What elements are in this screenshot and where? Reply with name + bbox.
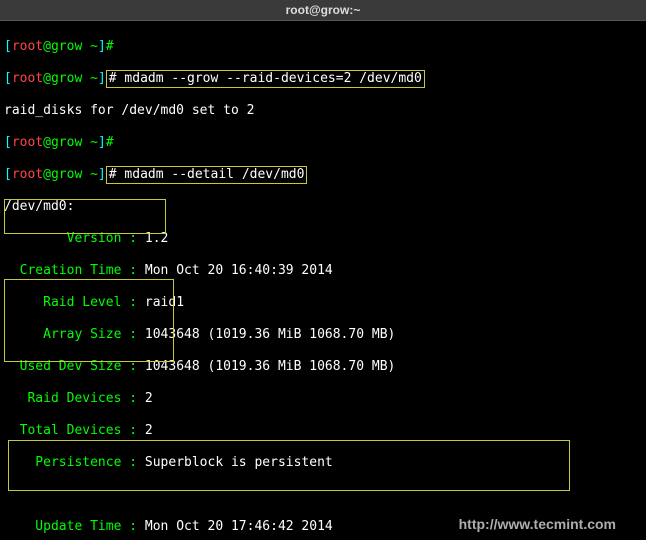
highlight-cmd2: # mdadm --detail /dev/md0 <box>106 166 308 184</box>
prompt-line-cmd1: [root@grow ~]# mdadm --grow --raid-devic… <box>4 71 642 87</box>
prompt-line-cmd2: [root@grow ~]# mdadm --detail /dev/md0 <box>4 167 642 183</box>
device-line: /dev/md0: <box>4 199 642 215</box>
creation-line: Creation Time : Mon Oct 20 16:40:39 2014 <box>4 263 642 279</box>
update-line: Update Time : Mon Oct 20 17:46:42 2014 <box>4 519 642 535</box>
raiddevices-line: Raid Devices : 2 <box>4 391 642 407</box>
prompt-line-empty: [root@grow ~]# <box>4 39 642 55</box>
window-title: root@grow:~ <box>286 3 361 17</box>
persistence-line: Persistence : Superblock is persistent <box>4 455 642 471</box>
raidlevel-line: Raid Level : raid1 <box>4 295 642 311</box>
totaldevices-line: Total Devices : 2 <box>4 423 642 439</box>
prompt-line-empty-2: [root@grow ~]# <box>4 135 642 151</box>
blank-1 <box>4 487 642 503</box>
window-title-bar: root@grow:~ <box>0 0 646 21</box>
terminal-area[interactable]: [root@grow ~]# [root@grow ~]# mdadm --gr… <box>0 21 646 540</box>
version-line: Version : 1.2 <box>4 231 642 247</box>
useddev-line: Used Dev Size : 1043648 (1019.36 MiB 106… <box>4 359 642 375</box>
arraysize-line: Array Size : 1043648 (1019.36 MiB 1068.7… <box>4 327 642 343</box>
cmd1-output: raid_disks for /dev/md0 set to 2 <box>4 103 642 119</box>
highlight-cmd1: # mdadm --grow --raid-devices=2 /dev/md0 <box>106 70 425 88</box>
